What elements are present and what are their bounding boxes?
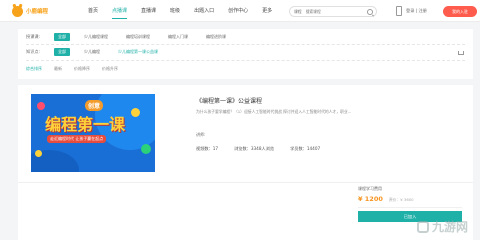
- banner-badge: 创意: [85, 100, 104, 111]
- filter-chip[interactable]: 全部: [54, 48, 70, 56]
- filter-row-category: 授课课: 全部 少儿编程课程 编程培训课程 编程入门课 编程进阶课: [26, 32, 240, 42]
- banner-decoration: [141, 144, 151, 154]
- banner-decoration: [131, 108, 140, 117]
- stat-views: 浏览数：3348人浏览: [234, 146, 275, 151]
- sort-option[interactable]: 价格升序: [102, 66, 118, 72]
- stat-videos: 视频数：17: [196, 146, 219, 151]
- search-box: 课程: [289, 6, 377, 17]
- price-row: ¥ 1200 原价：¥ 3600: [358, 195, 414, 203]
- deer-logo-icon: [12, 5, 23, 17]
- nav-vod[interactable]: 点播课: [112, 0, 128, 22]
- top-header: 小鹿编程 首页 点播课 直播课 班级 出题入口 创作中心 更多 课程 登录 | …: [0, 0, 480, 22]
- nav-home[interactable]: 首页: [88, 0, 98, 22]
- search-scope-select[interactable]: 课程: [294, 9, 302, 15]
- nav-create[interactable]: 创作中心: [228, 0, 248, 22]
- sort-option[interactable]: 价格降序: [74, 66, 90, 72]
- course-price: ¥ 1200: [358, 195, 383, 203]
- filter-chip[interactable]: 全部: [54, 33, 70, 41]
- divider: [26, 60, 465, 61]
- course-stats: 视频数：17 浏览数：3348人浏览 学员数：14407: [196, 146, 336, 152]
- filter-chip[interactable]: 编程进阶课: [202, 33, 230, 41]
- banner-decoration: [35, 150, 42, 157]
- nav-question[interactable]: 出题入口: [194, 0, 214, 22]
- search-icon[interactable]: [367, 9, 373, 15]
- sort-option[interactable]: 综合排序: [26, 66, 42, 72]
- price-type-label: 课程学习费用: [358, 186, 382, 191]
- course-description: 为什么孩子要学编程？（1）迎接人工智能时代挑战 探讨并迎入人工智能时代的人才，职…: [196, 109, 352, 114]
- sort-bar: 综合排序 最新 价格降序 价格升序: [26, 66, 130, 72]
- filter-chip[interactable]: 编程培训课程: [122, 33, 154, 41]
- course-banner-image[interactable]: 创意 编程第一课 走近编程时代 让孩子赢在起点: [31, 94, 155, 172]
- filter-label: 授课课:: [26, 34, 40, 39]
- login-register-link[interactable]: 登录 | 注册: [406, 8, 427, 14]
- divider: [358, 207, 462, 208]
- filter-chip[interactable]: 少儿编程: [80, 48, 104, 56]
- filter-chip[interactable]: 少儿编程第一课公益课: [114, 48, 162, 56]
- filter-chip[interactable]: 编程入门课: [164, 33, 192, 41]
- nav-more[interactable]: 更多: [262, 0, 272, 22]
- filter-panel: 授课课: 全部 少儿编程课程 编程培训课程 编程入门课 编程进阶课 知识点: 全…: [18, 29, 473, 79]
- divider: [26, 44, 465, 45]
- mobile-icon[interactable]: [396, 6, 402, 16]
- stat-students: 学员数：14407: [290, 146, 321, 151]
- watermark-text: 九游网: [431, 220, 468, 234]
- original-price: 原价：¥ 3600: [388, 197, 414, 202]
- search-input[interactable]: [305, 9, 362, 14]
- banner-title: 编程第一课: [45, 115, 126, 134]
- filter-label: 知识点:: [26, 49, 40, 54]
- brand-logo[interactable]: 小鹿编程: [12, 5, 48, 17]
- share-icon[interactable]: [458, 51, 464, 55]
- sort-option[interactable]: 最新: [54, 66, 62, 72]
- divider: [18, 182, 473, 183]
- watermark-logo-icon: [416, 220, 429, 233]
- site-watermark: 九游网: [416, 218, 468, 235]
- course-teacher: 讲师:: [196, 132, 206, 137]
- filter-row-topic: 知识点: 全部 少儿编程 少儿编程第一课公益课: [26, 47, 172, 57]
- nav-class[interactable]: 班级: [170, 0, 180, 22]
- nav-live[interactable]: 直播课: [141, 0, 156, 22]
- main-nav: 首页 点播课 直播课 班级 出题入口 创作中心 更多: [88, 0, 286, 22]
- course-card: 创意 编程第一课 走近编程时代 让孩子赢在起点 《编程第一课》公益课程 为什么孩…: [18, 85, 473, 240]
- filter-chip[interactable]: 少儿编程课程: [80, 33, 112, 41]
- course-title[interactable]: 《编程第一课》公益课程: [196, 96, 262, 105]
- banner-decoration: [37, 102, 45, 110]
- teacher-join-button[interactable]: 我的入驻: [443, 6, 477, 17]
- brand-name: 小鹿编程: [26, 9, 49, 15]
- banner-subtitle: 走近编程时代 让孩子赢在起点: [47, 135, 107, 143]
